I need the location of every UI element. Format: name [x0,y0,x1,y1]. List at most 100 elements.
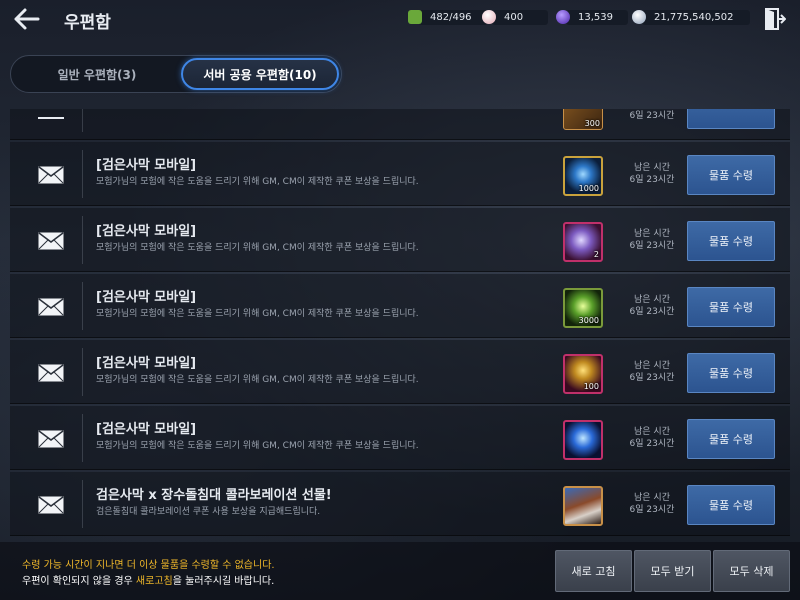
expiry-notice: 수령 가능 시간이 지나면 더 이상 물품을 수령할 수 없습니다. [22,560,275,571]
exit-door-icon[interactable] [764,7,787,31]
resource-silver: 21,775,540,502 [632,9,750,25]
tab-general-mailbox[interactable]: 일반 우편함(3) [15,58,179,90]
mail-title: [검은사막 모바일] [96,422,197,437]
mail-row-partial[interactable]: 300 6일 23시간 [10,109,790,140]
mail-row[interactable]: [검은사막 모바일] 모험가님의 모험에 작은 도움을 드리기 위해 GM, C… [10,208,790,272]
remaining-time-value: 6일 23시간 [629,241,675,251]
remaining-time-value: 6일 23시간 [629,373,675,383]
remaining-time-value: 6일 23시간 [629,175,675,185]
remaining-time: 남은 시간 6일 23시간 [620,294,684,318]
mail-row[interactable]: [검은사막 모바일] 모험가님의 모험에 작은 도움을 드리기 위해 GM, C… [10,340,790,404]
remaining-time-label: 남은 시간 [634,163,670,173]
mail-title: [검은사막 모바일] [96,356,197,371]
remaining-time-label: 남은 시간 [634,427,670,437]
energy-value: 482/496 [430,11,472,23]
remaining-time-label: 남은 시간 [634,295,670,305]
envelope-icon [38,166,64,184]
remaining-time-value: 6일 23시간 [629,439,675,449]
mail-description: 모험가님의 모험에 작은 도움을 드리기 위해 GM, CM이 제작한 쿠폰 보… [96,441,419,451]
page-title: 우편함 [64,13,111,33]
claim-item-button[interactable] [687,109,775,129]
envelope-icon [38,117,64,119]
purple-gem-icon [556,10,570,24]
resource-pearl: 400 [482,9,548,25]
energy-icon [408,10,422,24]
remaining-time-label: 남은 시간 [634,361,670,371]
mail-description: 모험가님의 모험에 작은 도움을 드리기 위해 GM, CM이 제작한 쿠폰 보… [96,375,419,385]
remaining-time: 남은 시간 6일 23시간 [620,228,684,252]
mail-description: 모험가님의 모험에 작은 도움을 드리기 위해 GM, CM이 제작한 쿠폰 보… [96,177,419,187]
mail-title: [검은사막 모바일] [96,290,197,305]
mail-row[interactable]: [검은사막 모바일] 모험가님의 모험에 작은 도움을 드리기 위해 GM, C… [10,406,790,470]
remaining-time-value: 6일 23시간 [629,307,675,317]
remaining-time: 남은 시간 6일 23시간 [620,360,684,384]
row-divider [82,216,83,264]
remaining-time-value: 6일 23시간 [629,505,675,515]
row-divider [82,348,83,396]
reward-item-icon: 300 [563,109,603,130]
refresh-notice-post: 을 눌러주시길 바랍니다. [172,576,275,587]
envelope-icon [38,496,64,514]
remaining-time: 남은 시간 6일 23시간 [620,492,684,516]
row-divider [82,150,83,198]
claim-item-button[interactable]: 물품 수령 [687,485,775,525]
claim-item-button[interactable]: 물품 수령 [687,353,775,393]
footer: 수령 가능 시간이 지나면 더 이상 물품을 수령할 수 없습니다. 우편이 확… [0,542,800,600]
item-quantity: 3000 [578,316,599,325]
delete-all-button[interactable]: 모두 삭제 [713,550,790,592]
envelope-icon [38,232,64,250]
mail-row[interactable]: 검은사막 x 장수돌침대 콜라보레이션 선물! 검은돌침대 콜라보레이션 쿠폰 … [10,472,790,536]
resource-purple-gem: 13,539 [556,9,628,25]
blue-orb-item-icon: 1000 [563,156,603,196]
refresh-notice-highlight: 새로고침 [135,576,173,587]
pearl-icon [482,10,496,24]
row-divider [82,282,83,330]
envelope-icon [38,298,64,316]
pearl-value: 400 [504,11,524,23]
item-quantity: 100 [583,382,599,391]
claim-item-button[interactable]: 물품 수령 [687,419,775,459]
resource-energy: 482/496 [408,9,488,25]
mail-description: 모험가님의 모험에 작은 도움을 드리기 위해 GM, CM이 제작한 쿠폰 보… [96,309,419,319]
claim-item-button[interactable]: 물품 수령 [687,221,775,261]
item-quantity: 1000 [578,184,599,193]
chest-item-icon [563,486,603,526]
remaining-time: 남은 시간 6일 23시간 [620,426,684,450]
refresh-button[interactable]: 새로 고침 [555,550,632,592]
envelope-icon [38,364,64,382]
item-quantity: 2 [593,250,599,259]
row-divider [82,414,83,462]
tab-server-mailbox[interactable]: 서버 공용 우편함(10) [181,58,339,90]
claim-item-button[interactable]: 물품 수령 [687,287,775,327]
purple-gem-value: 13,539 [578,11,613,23]
remaining-time-value: 6일 23시간 [629,111,675,121]
gold-flower-item-icon: 100 [563,354,603,394]
back-arrow-icon[interactable] [10,6,42,32]
envelope-icon [38,430,64,448]
mail-description: 모험가님의 모험에 작은 도움을 드리기 위해 GM, CM이 제작한 쿠폰 보… [96,243,419,253]
top-bar: 우편함 482/496 400 13,539 21,775,540,502 [0,0,800,36]
remaining-time-label: 남은 시간 [634,493,670,503]
remaining-time-label: 남은 시간 [634,229,670,239]
mail-description: 검은돌침대 콜라보레이션 쿠폰 사용 보상을 지급해드립니다. [96,507,321,517]
row-divider [82,109,83,132]
row-divider [82,480,83,528]
claim-item-button[interactable]: 물품 수령 [687,155,775,195]
mail-row[interactable]: [검은사막 모바일] 모험가님의 모험에 작은 도움을 드리기 위해 GM, C… [10,142,790,206]
refresh-notice-pre: 우편이 확인되지 않을 경우 [22,576,136,587]
mail-list[interactable]: 300 6일 23시간 [검은사막 모바일] 모험가님의 모험에 작은 도움을 … [10,109,790,541]
silver-value: 21,775,540,502 [654,11,734,23]
green-crystal-item-icon: 3000 [563,288,603,328]
receive-all-button[interactable]: 모두 받기 [634,550,711,592]
blue-crystal-item-icon [563,420,603,460]
mailbox-tabs: 일반 우편함(3) 서버 공용 우편함(10) [10,55,342,93]
mail-row[interactable]: [검은사막 모바일] 모험가님의 모험에 작은 도움을 드리기 위해 GM, C… [10,274,790,338]
mail-title: 검은사막 x 장수돌침대 콜라보레이션 선물! [96,488,332,503]
refresh-notice: 우편이 확인되지 않을 경우 새로고침을 눌러주시길 바랍니다. [22,572,274,587]
purple-crystal-item-icon: 2 [563,222,603,262]
mail-title: [검은사막 모바일] [96,158,197,173]
silver-icon [632,10,646,24]
remaining-time: 남은 시간 6일 23시간 [620,162,684,186]
mail-title: [검은사막 모바일] [96,224,197,239]
item-quantity: 300 [584,119,600,128]
